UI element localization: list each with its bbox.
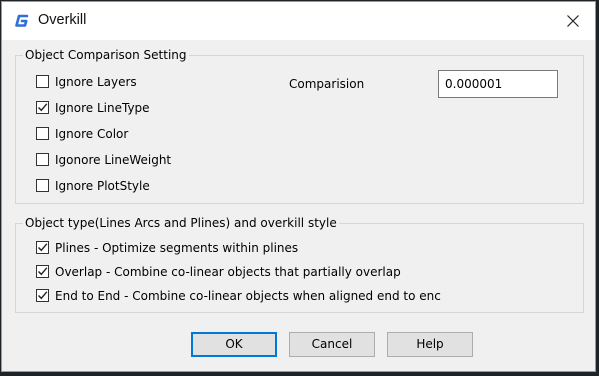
checkbox-label: Igonore LineWeight [55, 153, 172, 167]
checkbox[interactable] [36, 101, 49, 114]
checkmark-icon [38, 267, 48, 276]
checkmark-icon [38, 103, 48, 112]
checkbox-label: Ignore LineType [55, 101, 150, 115]
overkill-dialog: Overkill Object Comparison Setting Ignor… [1, 1, 596, 372]
checkbox[interactable] [36, 241, 49, 254]
checkbox-label: End to End - Combine co-linear objects w… [55, 289, 441, 303]
help-button[interactable]: Help [387, 332, 473, 357]
checkbox-label: Ignore Color [55, 127, 129, 141]
checkbox-label: Overlap - Combine co-linear objects that… [55, 265, 401, 279]
close-icon [567, 15, 579, 27]
checkbox-label: Plines - Optimize segments within plines [55, 241, 299, 255]
window-title: Overkill [38, 12, 87, 28]
checkbox-label: Ignore PlotStyle [55, 179, 150, 193]
checkbox[interactable] [36, 289, 49, 302]
gstarcad-g-icon [15, 14, 29, 27]
group-legend: Object type(Lines Arcs and Plines) and o… [23, 216, 339, 230]
checkbox[interactable] [36, 153, 49, 166]
checkbox[interactable] [36, 127, 49, 140]
cancel-button[interactable]: Cancel [289, 332, 375, 357]
group-legend: Object Comparison Setting [23, 48, 189, 62]
checkmark-icon [38, 243, 48, 252]
title-bar: Overkill [2, 2, 595, 40]
checkbox[interactable] [36, 179, 49, 192]
checkbox[interactable] [36, 265, 49, 278]
comparison-tolerance-input[interactable] [438, 70, 558, 98]
comparison-label: Comparision [289, 77, 365, 91]
close-button[interactable] [551, 2, 595, 40]
checkmark-icon [38, 291, 48, 300]
ok-button[interactable]: OK [191, 332, 277, 357]
checkbox[interactable] [36, 75, 49, 88]
checkbox-label: Ignore Layers [55, 75, 137, 89]
